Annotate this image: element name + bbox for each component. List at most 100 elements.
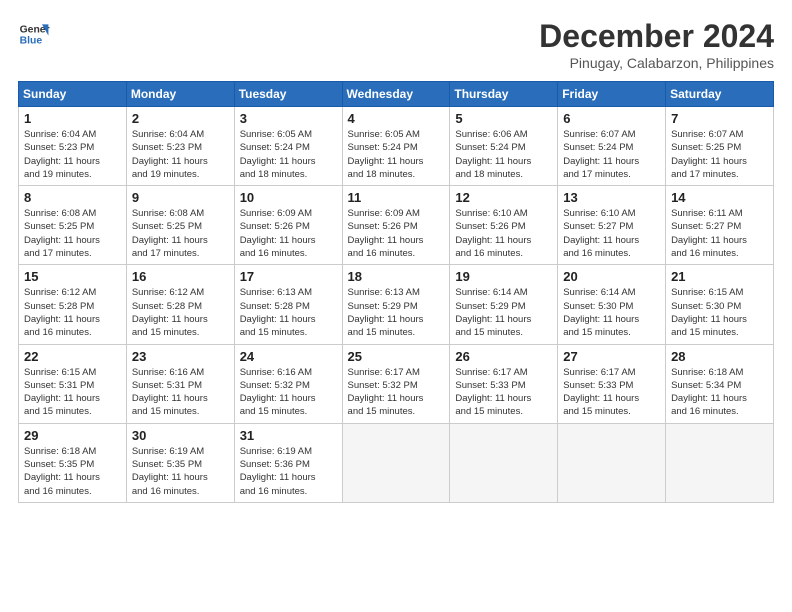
day-info: Sunrise: 6:14 AM Sunset: 5:30 PM Dayligh… — [563, 286, 660, 339]
calendar-cell: 17Sunrise: 6:13 AM Sunset: 5:28 PM Dayli… — [234, 265, 342, 344]
day-number: 5 — [455, 111, 552, 126]
day-number: 8 — [24, 190, 121, 205]
calendar-cell: 19 Sunrise: 6:14 AM Sunset: 5:29 PM Dayli… — [450, 265, 558, 344]
calendar-cell: 6 Sunrise: 6:07 AM Sunset: 5:24 PM Daylig… — [558, 107, 666, 186]
calendar-page: General Blue December 2024 Pinugay, Cala… — [0, 0, 792, 612]
calendar-cell — [666, 423, 774, 502]
calendar-cell: 11Sunrise: 6:09 AM Sunset: 5:26 PM Dayli… — [342, 186, 450, 265]
day-info: Sunrise: 6:15 AM Sunset: 5:31 PM Dayligh… — [24, 366, 121, 419]
day-info: Sunrise: 6:06 AM Sunset: 5:24 PM Dayligh… — [455, 128, 552, 181]
day-number: 30 — [132, 428, 229, 443]
day-info: Sunrise: 6:11 AM Sunset: 5:27 PM Dayligh… — [671, 207, 768, 260]
day-info: Sunrise: 6:15 AM Sunset: 5:30 PM Dayligh… — [671, 286, 768, 339]
calendar-cell: 31 Sunrise: 6:19 AM Sunset: 5:36 PM Dayli… — [234, 423, 342, 502]
header: General Blue December 2024 Pinugay, Cala… — [18, 18, 774, 71]
day-info: Sunrise: 6:09 AM Sunset: 5:26 PM Dayligh… — [348, 207, 445, 260]
day-info: Sunrise: 6:19 AM Sunset: 5:36 PM Dayligh… — [240, 445, 337, 498]
calendar-cell: 20 Sunrise: 6:14 AM Sunset: 5:30 PM Dayli… — [558, 265, 666, 344]
day-number: 24 — [240, 349, 337, 364]
day-number: 26 — [455, 349, 552, 364]
calendar-table: Sunday Monday Tuesday Wednesday Thursday… — [18, 81, 774, 503]
calendar-cell — [342, 423, 450, 502]
day-number: 4 — [348, 111, 445, 126]
calendar-cell: 1 Sunrise: 6:04 AM Sunset: 5:23 PM Daylig… — [19, 107, 127, 186]
day-info: Sunrise: 6:08 AM Sunset: 5:25 PM Dayligh… — [132, 207, 229, 260]
day-info: Sunrise: 6:16 AM Sunset: 5:31 PM Dayligh… — [132, 366, 229, 419]
calendar-cell: 22 Sunrise: 6:15 AM Sunset: 5:31 PM Dayli… — [19, 344, 127, 423]
logo: General Blue — [18, 18, 50, 50]
calendar-cell: 5 Sunrise: 6:06 AM Sunset: 5:24 PM Daylig… — [450, 107, 558, 186]
week-row-3: 15 Sunrise: 6:12 AM Sunset: 5:28 PM Dayli… — [19, 265, 774, 344]
calendar-cell: 24Sunrise: 6:16 AM Sunset: 5:32 PM Dayli… — [234, 344, 342, 423]
calendar-cell: 29 Sunrise: 6:18 AM Sunset: 5:35 PM Dayli… — [19, 423, 127, 502]
day-info: Sunrise: 6:17 AM Sunset: 5:33 PM Dayligh… — [563, 366, 660, 419]
calendar-cell: 25 Sunrise: 6:17 AM Sunset: 5:32 PM Dayli… — [342, 344, 450, 423]
day-number: 15 — [24, 269, 121, 284]
day-info: Sunrise: 6:13 AM Sunset: 5:29 PM Dayligh… — [348, 286, 445, 339]
title-block: December 2024 Pinugay, Calabarzon, Phili… — [539, 18, 774, 71]
day-number: 21 — [671, 269, 768, 284]
day-info: Sunrise: 6:17 AM Sunset: 5:33 PM Dayligh… — [455, 366, 552, 419]
day-info: Sunrise: 6:09 AM Sunset: 5:26 PM Dayligh… — [240, 207, 337, 260]
header-row: Sunday Monday Tuesday Wednesday Thursday… — [19, 82, 774, 107]
calendar-cell: 4 Sunrise: 6:05 AM Sunset: 5:24 PM Daylig… — [342, 107, 450, 186]
col-monday: Monday — [126, 82, 234, 107]
week-row-5: 29 Sunrise: 6:18 AM Sunset: 5:35 PM Dayli… — [19, 423, 774, 502]
day-info: Sunrise: 6:07 AM Sunset: 5:25 PM Dayligh… — [671, 128, 768, 181]
calendar-cell: 30 Sunrise: 6:19 AM Sunset: 5:35 PM Dayli… — [126, 423, 234, 502]
month-title: December 2024 — [539, 18, 774, 55]
logo-icon: General Blue — [18, 18, 50, 50]
calendar-cell: 26 Sunrise: 6:17 AM Sunset: 5:33 PM Dayli… — [450, 344, 558, 423]
calendar-cell: 15 Sunrise: 6:12 AM Sunset: 5:28 PM Dayli… — [19, 265, 127, 344]
day-info: Sunrise: 6:08 AM Sunset: 5:25 PM Dayligh… — [24, 207, 121, 260]
day-number: 27 — [563, 349, 660, 364]
calendar-cell: 2 Sunrise: 6:04 AM Sunset: 5:23 PM Daylig… — [126, 107, 234, 186]
calendar-cell: 21 Sunrise: 6:15 AM Sunset: 5:30 PM Dayli… — [666, 265, 774, 344]
col-friday: Friday — [558, 82, 666, 107]
calendar-cell — [450, 423, 558, 502]
day-info: Sunrise: 6:07 AM Sunset: 5:24 PM Dayligh… — [563, 128, 660, 181]
calendar-cell: 28 Sunrise: 6:18 AM Sunset: 5:34 PM Dayli… — [666, 344, 774, 423]
day-info: Sunrise: 6:18 AM Sunset: 5:35 PM Dayligh… — [24, 445, 121, 498]
day-info: Sunrise: 6:04 AM Sunset: 5:23 PM Dayligh… — [24, 128, 121, 181]
day-number: 1 — [24, 111, 121, 126]
week-row-2: 8 Sunrise: 6:08 AM Sunset: 5:25 PM Daylig… — [19, 186, 774, 265]
calendar-cell — [558, 423, 666, 502]
day-number: 20 — [563, 269, 660, 284]
day-number: 14 — [671, 190, 768, 205]
col-wednesday: Wednesday — [342, 82, 450, 107]
day-info: Sunrise: 6:19 AM Sunset: 5:35 PM Dayligh… — [132, 445, 229, 498]
day-number: 25 — [348, 349, 445, 364]
calendar-cell: 13 Sunrise: 6:10 AM Sunset: 5:27 PM Dayli… — [558, 186, 666, 265]
location-subtitle: Pinugay, Calabarzon, Philippines — [539, 55, 774, 71]
day-number: 7 — [671, 111, 768, 126]
day-number: 3 — [240, 111, 337, 126]
day-number: 6 — [563, 111, 660, 126]
day-number: 29 — [24, 428, 121, 443]
day-number: 13 — [563, 190, 660, 205]
day-number: 28 — [671, 349, 768, 364]
day-number: 9 — [132, 190, 229, 205]
col-sunday: Sunday — [19, 82, 127, 107]
day-info: Sunrise: 6:10 AM Sunset: 5:27 PM Dayligh… — [563, 207, 660, 260]
day-number: 17 — [240, 269, 337, 284]
day-info: Sunrise: 6:12 AM Sunset: 5:28 PM Dayligh… — [24, 286, 121, 339]
day-number: 12 — [455, 190, 552, 205]
day-info: Sunrise: 6:17 AM Sunset: 5:32 PM Dayligh… — [348, 366, 445, 419]
day-number: 2 — [132, 111, 229, 126]
day-number: 18 — [348, 269, 445, 284]
day-info: Sunrise: 6:04 AM Sunset: 5:23 PM Dayligh… — [132, 128, 229, 181]
calendar-cell: 23Sunrise: 6:16 AM Sunset: 5:31 PM Dayli… — [126, 344, 234, 423]
day-info: Sunrise: 6:14 AM Sunset: 5:29 PM Dayligh… — [455, 286, 552, 339]
day-info: Sunrise: 6:05 AM Sunset: 5:24 PM Dayligh… — [348, 128, 445, 181]
day-number: 31 — [240, 428, 337, 443]
col-saturday: Saturday — [666, 82, 774, 107]
week-row-1: 1 Sunrise: 6:04 AM Sunset: 5:23 PM Daylig… — [19, 107, 774, 186]
day-info: Sunrise: 6:12 AM Sunset: 5:28 PM Dayligh… — [132, 286, 229, 339]
calendar-cell: 14 Sunrise: 6:11 AM Sunset: 5:27 PM Dayli… — [666, 186, 774, 265]
svg-text:Blue: Blue — [20, 36, 43, 47]
day-info: Sunrise: 6:18 AM Sunset: 5:34 PM Dayligh… — [671, 366, 768, 419]
calendar-cell: 27 Sunrise: 6:17 AM Sunset: 5:33 PM Dayli… — [558, 344, 666, 423]
day-number: 22 — [24, 349, 121, 364]
day-number: 19 — [455, 269, 552, 284]
